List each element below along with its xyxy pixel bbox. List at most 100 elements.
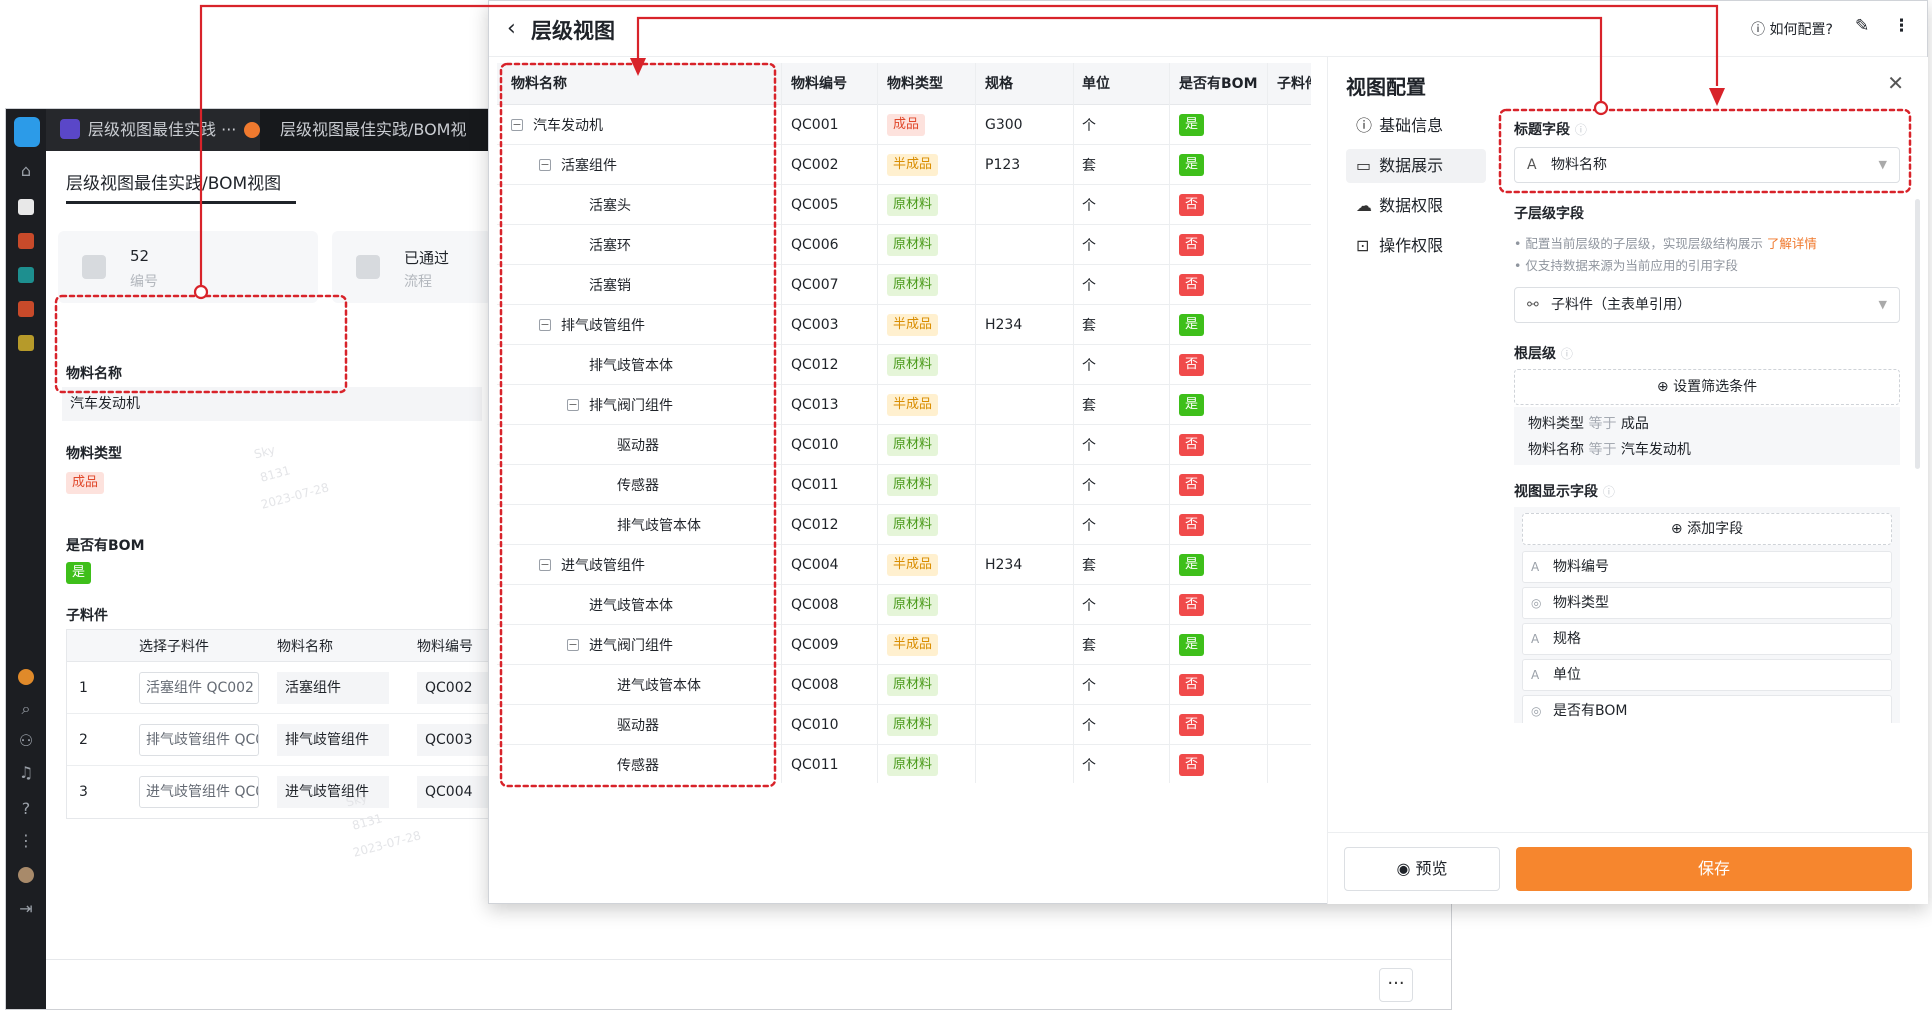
- spec: P123: [985, 157, 1021, 173]
- table-row[interactable]: − 进气阀门组件 QC009 半成品 套 是: [497, 625, 1311, 665]
- menu-operation-permission[interactable]: ⊡ 操作权限: [1346, 229, 1486, 263]
- child-note-1: • 配置当前层级的子层级，实现层级结构展示 了解详情: [1514, 236, 1817, 251]
- table-row[interactable]: − 进气歧管组件 QC004 半成品 H234 套 是: [497, 545, 1311, 585]
- preview-button[interactable]: ◉ 预览: [1344, 847, 1500, 891]
- table-row[interactable]: − 排气阀门组件 QC013 半成品 套 是: [497, 385, 1311, 425]
- config-footer: ◉ 预览 保存: [1328, 832, 1928, 904]
- users-icon[interactable]: ⚇: [16, 731, 36, 751]
- column-header: 子料件: [1277, 76, 1311, 92]
- sub-item-picker[interactable]: 排气歧管组件 QC0: [139, 723, 259, 756]
- more-vertical-icon[interactable]: ⋮: [1893, 16, 1910, 36]
- unit: 个: [1082, 438, 1096, 454]
- unit: 个: [1082, 758, 1096, 774]
- set-filter-button[interactable]: ⊕ 设置筛选条件: [1514, 369, 1900, 405]
- field-item[interactable]: A 物料编号: [1522, 551, 1892, 583]
- tree-cell: 排气歧管本体: [567, 345, 673, 385]
- field-item[interactable]: ◎ 是否有BOM: [1522, 695, 1892, 723]
- tree-cell: 活塞环: [567, 225, 631, 265]
- collapse-toggle-icon[interactable]: −: [567, 399, 579, 411]
- unit: 套: [1082, 158, 1096, 174]
- field-item[interactable]: A 单位: [1522, 659, 1892, 691]
- app-icon: [60, 119, 80, 139]
- table-row[interactable]: 驱动器 QC010 原材料 个 否: [497, 425, 1311, 465]
- child-field-select[interactable]: ⚯ 子料件（主表单引用） ▼: [1514, 287, 1900, 323]
- table-row[interactable]: 活塞头 QC005 原材料 个 否: [497, 185, 1311, 225]
- table-row[interactable]: 排气歧管本体 QC012 原材料 个 否: [497, 345, 1311, 385]
- collapse-toggle-icon[interactable]: −: [511, 119, 523, 131]
- column-header: 物料名称: [511, 76, 567, 92]
- field-item[interactable]: ◎ 物料类型: [1522, 587, 1892, 619]
- table-row[interactable]: 活塞销 QC007 原材料 个 否: [497, 265, 1311, 305]
- collapse-toggle-icon[interactable]: −: [539, 559, 551, 571]
- app-shortcut-icon[interactable]: [18, 301, 34, 317]
- material-type-tag: 原材料: [887, 274, 939, 296]
- material-type-tag: 半成品: [887, 554, 939, 576]
- tab-label: 层级视图最佳实践/BOM视图: [280, 120, 466, 139]
- material-code: QC003: [791, 317, 839, 333]
- bell-icon[interactable]: ♫: [16, 763, 36, 783]
- collapse-toggle-icon[interactable]: −: [539, 159, 551, 171]
- sub-item-name: 进气歧管组件: [277, 776, 389, 808]
- collapse-toggle-icon[interactable]: −: [539, 319, 551, 331]
- table-row[interactable]: − 活塞组件 QC002 半成品 P123 套 是: [497, 145, 1311, 185]
- app-shortcut-icon[interactable]: [18, 335, 34, 351]
- sub-item-picker[interactable]: 进气歧管组件 QC0: [139, 776, 259, 808]
- table-row[interactable]: 驱动器 QC010 原材料 个 否: [497, 705, 1311, 745]
- table-row[interactable]: 传感器 QC011 原材料 个 否: [497, 745, 1311, 783]
- column-header: 是否有BOM: [1179, 76, 1258, 92]
- table-row[interactable]: 进气歧管本体 QC008 原材料 个 否: [497, 665, 1311, 705]
- back-icon[interactable]: ‹: [507, 16, 516, 41]
- add-tab-icon[interactable]: [244, 122, 260, 138]
- vertical-scrollbar[interactable]: [1915, 199, 1920, 469]
- learn-more-link[interactable]: 了解详情: [1767, 236, 1817, 251]
- apps-icon[interactable]: [18, 199, 34, 215]
- table-row[interactable]: 进气歧管本体 QC008 原材料 个 否: [497, 585, 1311, 625]
- home-icon[interactable]: ⌂: [16, 161, 36, 181]
- tab-hierarchy-view[interactable]: 层级视图最佳实践 ···: [46, 109, 260, 151]
- table-row[interactable]: 活塞环 QC006 原材料 个 否: [497, 225, 1311, 265]
- spec: H234: [985, 317, 1023, 333]
- material-type-tag: 原材料: [887, 514, 939, 536]
- collapse-toggle-icon[interactable]: −: [567, 639, 579, 651]
- table-row[interactable]: − 排气歧管组件 QC003 半成品 H234 套 是: [497, 305, 1311, 345]
- tab-more-icon[interactable]: ···: [221, 120, 236, 139]
- title-field-label: 标题字段 ⓘ: [1514, 119, 1587, 139]
- more-button[interactable]: ···: [1379, 968, 1413, 1002]
- app-shortcut-icon[interactable]: [18, 233, 34, 249]
- search-icon[interactable]: ⌕: [16, 699, 36, 719]
- select-field-icon: ◎: [1531, 596, 1542, 610]
- app-logo: [14, 117, 40, 147]
- collapse-icon[interactable]: ⇥: [16, 899, 36, 919]
- menu-label: 数据权限: [1379, 196, 1444, 215]
- sub-item-picker[interactable]: 活塞组件 QC002: [139, 671, 259, 704]
- table-row[interactable]: 排气歧管本体 QC012 原材料 个 否: [497, 505, 1311, 545]
- has-bom-tag: 否: [1179, 514, 1205, 536]
- stat-card-number: 52 编号: [58, 231, 318, 303]
- material-type-tag: 成品: [887, 114, 926, 136]
- material-code: QC011: [791, 477, 839, 493]
- avatar[interactable]: [18, 867, 34, 883]
- grid-icon[interactable]: ⋮: [16, 831, 36, 851]
- close-icon[interactable]: ✕: [1887, 71, 1904, 95]
- save-button[interactable]: 保存: [1516, 847, 1912, 891]
- menu-label: 基础信息: [1379, 116, 1444, 135]
- title-field-select[interactable]: A 物料名称 ▼: [1514, 147, 1900, 183]
- column-header: 物料类型: [887, 76, 943, 92]
- add-field-button[interactable]: ⊕ 添加字段: [1522, 513, 1892, 545]
- app-shortcut-icon[interactable]: [18, 267, 34, 283]
- column-divider: [1267, 63, 1268, 783]
- menu-basic-info[interactable]: ⓘ 基础信息: [1346, 109, 1486, 143]
- menu-data-permission[interactable]: ☁ 数据权限: [1346, 189, 1486, 223]
- table-row[interactable]: 传感器 QC011 原材料 个 否: [497, 465, 1311, 505]
- help-link[interactable]: ⓘ 如何配置?: [1751, 19, 1833, 39]
- notification-dot-icon[interactable]: [18, 669, 34, 685]
- help-icon[interactable]: ?: [16, 799, 36, 819]
- material-type-tag: 原材料: [887, 194, 939, 216]
- field-item[interactable]: A 规格: [1522, 623, 1892, 655]
- tab-bom-view[interactable]: 层级视图最佳实践/BOM视图: [266, 109, 466, 151]
- row-number: 2: [79, 731, 88, 748]
- edit-icon[interactable]: ✎: [1855, 16, 1869, 36]
- spec: G300: [985, 117, 1023, 133]
- menu-data-display[interactable]: ▭ 数据展示: [1346, 149, 1486, 183]
- table-row[interactable]: − 汽车发动机 QC001 成品 G300 个 是: [497, 105, 1311, 145]
